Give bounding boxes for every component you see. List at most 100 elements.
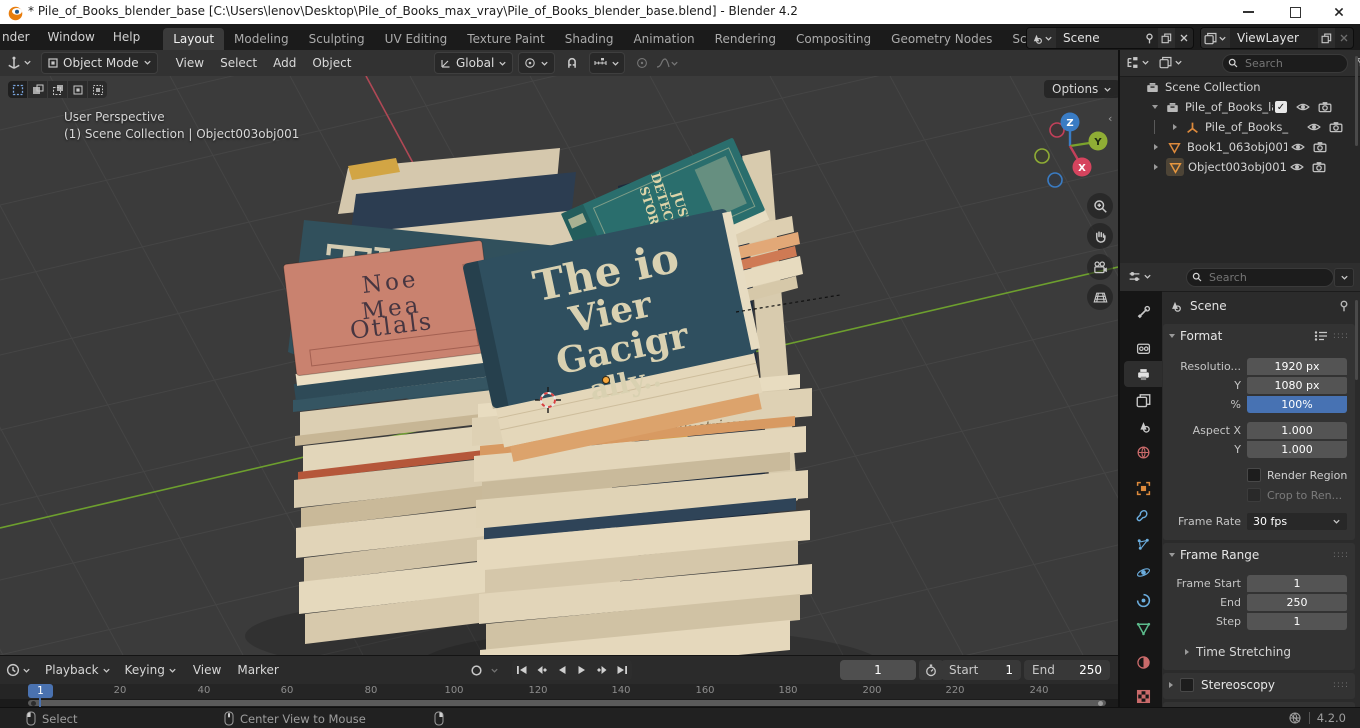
tab-view-layer[interactable] — [1124, 387, 1162, 413]
resolution-x-field[interactable]: 1920 px — [1247, 357, 1347, 375]
menu-view[interactable]: View — [168, 56, 212, 70]
expand-icon[interactable] — [1173, 124, 1177, 130]
properties-scrollbar[interactable] — [1355, 300, 1358, 380]
select-mode-new-button[interactable] — [8, 81, 27, 98]
unlink-scene-icon[interactable] — [1179, 33, 1189, 43]
snap-toggle[interactable] — [560, 53, 584, 73]
properties-options-button[interactable] — [1334, 268, 1354, 287]
pan-button[interactable] — [1087, 223, 1113, 249]
pivot-point-dropdown[interactable] — [518, 52, 556, 74]
play-reverse-button[interactable] — [552, 660, 572, 680]
editor-type-button[interactable] — [0, 56, 36, 70]
tab-sculpting[interactable]: Sculpting — [299, 28, 375, 50]
use-preview-range-toggle[interactable] — [919, 660, 943, 680]
select-mode-intersect-button[interactable] — [88, 81, 107, 98]
maximize-button[interactable] — [1272, 0, 1318, 24]
stereoscopy-checkbox[interactable] — [1180, 678, 1194, 692]
axis-gizmo[interactable]: Z Y X — [1026, 103, 1118, 195]
collapse-icon[interactable] — [1152, 105, 1158, 109]
panel-grip-icon[interactable]: :::: — [1333, 331, 1349, 341]
eye-icon[interactable] — [1291, 141, 1305, 153]
camera-icon[interactable] — [1318, 101, 1332, 113]
tab-modifiers[interactable] — [1124, 503, 1162, 529]
jump-to-end-button[interactable] — [612, 660, 632, 680]
tab-compositing[interactable]: Compositing — [786, 28, 881, 50]
tab-tool[interactable] — [1124, 299, 1162, 325]
crop-to-render-checkbox[interactable] — [1247, 488, 1261, 502]
pin-icon[interactable] — [1144, 33, 1155, 44]
transform-orientation-dropdown[interactable]: Global — [434, 52, 514, 74]
axis-y-neg-handle[interactable] — [1034, 148, 1050, 164]
menu-timeline-view[interactable]: View — [193, 663, 221, 677]
stereoscopy-panel[interactable]: Stereoscopy :::: — [1163, 673, 1355, 699]
start-frame-field[interactable]: Start 1 — [941, 660, 1021, 680]
jump-to-start-button[interactable] — [512, 660, 532, 680]
eye-icon[interactable] — [1307, 121, 1321, 133]
collection-checkbox[interactable]: ✓ — [1275, 101, 1287, 113]
scrollbar-zoom-handle-right[interactable] — [1098, 700, 1103, 706]
close-button[interactable] — [1316, 0, 1360, 24]
properties-editor-type-button[interactable] — [1128, 270, 1152, 283]
frame-start-field[interactable]: 1 — [1247, 574, 1347, 592]
menu-playback[interactable]: Playback — [45, 663, 111, 677]
frame-step-field[interactable]: 1 — [1247, 612, 1347, 630]
new-scene-button[interactable] — [1158, 28, 1175, 48]
menu-help[interactable]: Help — [104, 24, 149, 50]
mode-dropdown[interactable]: Object Mode — [41, 51, 158, 74]
view-layer-selector[interactable]: ViewLayer — [1200, 27, 1354, 49]
orthographic-toggle-button[interactable] — [1087, 284, 1113, 310]
outliner-row-empty[interactable]: Pile_of_Books_ — [1120, 117, 1360, 137]
camera-view-button[interactable] — [1087, 254, 1113, 280]
browse-scene-button[interactable] — [1027, 28, 1056, 48]
auto-keying-toggle[interactable] — [464, 660, 488, 680]
editor-divider[interactable] — [1118, 50, 1120, 707]
menu-select[interactable]: Select — [212, 56, 265, 70]
tab-physics[interactable] — [1124, 559, 1162, 585]
camera-icon[interactable] — [1313, 141, 1327, 153]
outliner-row-scene-collection[interactable]: Scene Collection — [1120, 77, 1360, 97]
next-keyframe-button[interactable] — [592, 660, 612, 680]
outliner-row-book1[interactable]: Book1_063obj001 — [1120, 137, 1360, 157]
menu-add[interactable]: Add — [265, 56, 304, 70]
viewport-canvas[interactable]: The io — [0, 76, 1118, 655]
tab-texture[interactable] — [1124, 683, 1162, 709]
play-button[interactable] — [572, 660, 592, 680]
menu-marker[interactable]: Marker — [237, 663, 278, 677]
outliner-filter-button[interactable] — [1159, 56, 1183, 69]
presets-list-icon[interactable] — [1314, 330, 1328, 342]
expand-icon[interactable] — [1154, 144, 1158, 150]
expand-icon[interactable] — [1154, 164, 1158, 170]
axis-z-neg-handle[interactable] — [1047, 172, 1063, 188]
tab-world[interactable] — [1124, 439, 1162, 465]
select-mode-extend-button[interactable] — [28, 81, 47, 98]
zoom-button[interactable] — [1087, 193, 1113, 219]
menu-object[interactable]: Object — [304, 56, 359, 70]
current-frame-field[interactable]: 1 — [840, 660, 916, 680]
tab-particles[interactable] — [1124, 531, 1162, 557]
timeline-scrollbar[interactable] — [28, 700, 1106, 706]
tab-texture-paint[interactable]: Texture Paint — [457, 28, 554, 50]
panel-collapse-icon[interactable] — [1169, 334, 1175, 338]
panel-grip-icon[interactable]: :::: — [1333, 680, 1349, 690]
playhead[interactable]: 1 — [28, 684, 53, 698]
tab-render[interactable] — [1124, 335, 1162, 361]
tab-scene[interactable] — [1124, 413, 1162, 439]
aspect-x-field[interactable]: 1.000 — [1247, 421, 1347, 439]
tab-animation[interactable]: Animation — [623, 28, 704, 50]
chevron-down-icon[interactable] — [490, 666, 499, 675]
panel-collapse-icon[interactable] — [1169, 553, 1175, 557]
aspect-y-field[interactable]: 1.000 — [1247, 440, 1347, 458]
render-region-checkbox[interactable] — [1247, 468, 1261, 482]
resolution-y-field[interactable]: 1080 px — [1247, 376, 1347, 394]
timeline-ruler[interactable]: 20 40 60 80 100 120 140 160 180 200 220 … — [0, 684, 1118, 699]
tab-object-data[interactable] — [1124, 615, 1162, 641]
tab-shading[interactable]: Shading — [555, 28, 624, 50]
select-mode-subtract-button[interactable] — [48, 81, 67, 98]
menu-keying[interactable]: Keying — [125, 663, 177, 677]
tab-output[interactable] — [1124, 361, 1162, 387]
panel-expand-icon[interactable] — [1169, 682, 1173, 688]
tab-rendering[interactable]: Rendering — [705, 28, 786, 50]
tab-uv-editing[interactable]: UV Editing — [375, 28, 458, 50]
outliner-row-object003[interactable]: Object003obj001 — [1120, 157, 1360, 177]
outliner-row-collection[interactable]: Pile_of_Books_laye ✓ — [1120, 97, 1360, 117]
